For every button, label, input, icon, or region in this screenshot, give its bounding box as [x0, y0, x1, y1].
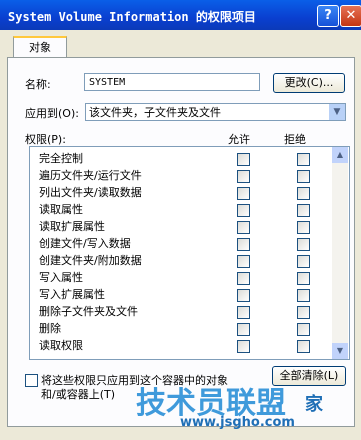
allow-checkbox[interactable] — [237, 255, 250, 268]
list-item: 读取扩展属性 — [30, 219, 330, 235]
close-icon[interactable]: ✕ — [340, 5, 361, 27]
apply-to-label: 应用到(O): — [25, 107, 79, 120]
permission-label: 创建文件/写入数据 — [39, 237, 131, 250]
permission-label: 列出文件夹/读取数据 — [39, 186, 142, 199]
list-item: 遍历文件夹/运行文件 — [30, 168, 330, 184]
allow-checkbox[interactable] — [237, 272, 250, 285]
allow-checkbox[interactable] — [237, 289, 250, 302]
watermark-tail: 家 — [305, 394, 323, 415]
permission-label: 删除 — [39, 322, 61, 335]
allow-checkbox[interactable] — [237, 153, 250, 166]
allow-checkbox[interactable] — [237, 221, 250, 234]
apply-to-select[interactable]: 该文件夹，子文件夹及文件 ▼ — [85, 103, 346, 121]
allow-checkbox[interactable] — [237, 170, 250, 183]
permission-label: 删除子文件夹及文件 — [39, 305, 138, 318]
name-label: 名称: — [25, 78, 51, 91]
list-item: 删除 — [30, 321, 330, 337]
deny-checkbox[interactable] — [297, 238, 310, 251]
deny-checkbox[interactable] — [297, 153, 310, 166]
tab-object[interactable]: 对象 — [13, 36, 67, 58]
deny-header: 拒绝 — [284, 133, 306, 146]
scrollbar[interactable]: ▲ ▼ — [332, 147, 348, 359]
deny-checkbox[interactable] — [297, 221, 310, 234]
apply-to-value: 该文件夹，子文件夹及文件 — [89, 106, 221, 119]
allow-checkbox[interactable] — [237, 187, 250, 200]
deny-checkbox[interactable] — [297, 272, 310, 285]
list-item: 删除子文件夹及文件 — [30, 304, 330, 320]
deny-checkbox[interactable] — [297, 255, 310, 268]
list-item: 创建文件夹/附加数据 — [30, 253, 330, 269]
allow-checkbox[interactable] — [237, 306, 250, 319]
permission-label: 遍历文件夹/运行文件 — [39, 169, 142, 182]
watermark-url: www.jsgho.com — [180, 415, 295, 430]
list-item: 读取属性 — [30, 202, 330, 218]
deny-checkbox[interactable] — [297, 323, 310, 336]
chevron-down-icon[interactable]: ▼ — [329, 104, 345, 120]
deny-checkbox[interactable] — [297, 187, 310, 200]
apply-to-container-checkbox[interactable] — [25, 374, 38, 387]
permission-label: 读取权限 — [39, 339, 83, 352]
allow-checkbox[interactable] — [237, 323, 250, 336]
title-bar[interactable]: System Volume Information 的权限项目 ? ✕ — [0, 0, 361, 30]
scroll-up-icon[interactable]: ▲ — [332, 147, 348, 163]
list-item: 创建文件/写入数据 — [30, 236, 330, 252]
window-title: System Volume Information 的权限项目 — [8, 10, 256, 24]
help-icon[interactable]: ? — [317, 5, 339, 27]
permissions-list[interactable]: 完全控制 遍历文件夹/运行文件 列出文件夹/读取数据 读取属性 读取扩展属性 创… — [29, 146, 350, 360]
list-item: 写入扩展属性 — [30, 287, 330, 303]
permission-label: 写入扩展属性 — [39, 288, 105, 301]
deny-checkbox[interactable] — [297, 306, 310, 319]
permission-label: 完全控制 — [39, 152, 83, 165]
allow-checkbox[interactable] — [237, 204, 250, 217]
scroll-down-icon[interactable]: ▼ — [332, 343, 348, 359]
allow-header: 允许 — [228, 133, 250, 146]
deny-checkbox[interactable] — [297, 340, 310, 353]
permissions-label: 权限(P): — [25, 133, 66, 146]
permission-label: 读取属性 — [39, 203, 83, 216]
change-button[interactable]: 更改(C)... — [273, 73, 345, 93]
name-field: SYSTEM — [84, 73, 260, 91]
allow-checkbox[interactable] — [237, 340, 250, 353]
list-item: 写入属性 — [30, 270, 330, 286]
list-item: 完全控制 — [30, 151, 330, 167]
list-item: 列出文件夹/读取数据 — [30, 185, 330, 201]
permission-label: 读取扩展属性 — [39, 220, 105, 233]
allow-checkbox[interactable] — [237, 238, 250, 251]
deny-checkbox[interactable] — [297, 170, 310, 183]
list-item: 读取权限 — [30, 338, 330, 354]
deny-checkbox[interactable] — [297, 289, 310, 302]
permission-label: 创建文件夹/附加数据 — [39, 254, 142, 267]
deny-checkbox[interactable] — [297, 204, 310, 217]
apply-checkbox-line2: 和/或容器上(T) — [41, 388, 116, 401]
permission-label: 写入属性 — [39, 271, 83, 284]
